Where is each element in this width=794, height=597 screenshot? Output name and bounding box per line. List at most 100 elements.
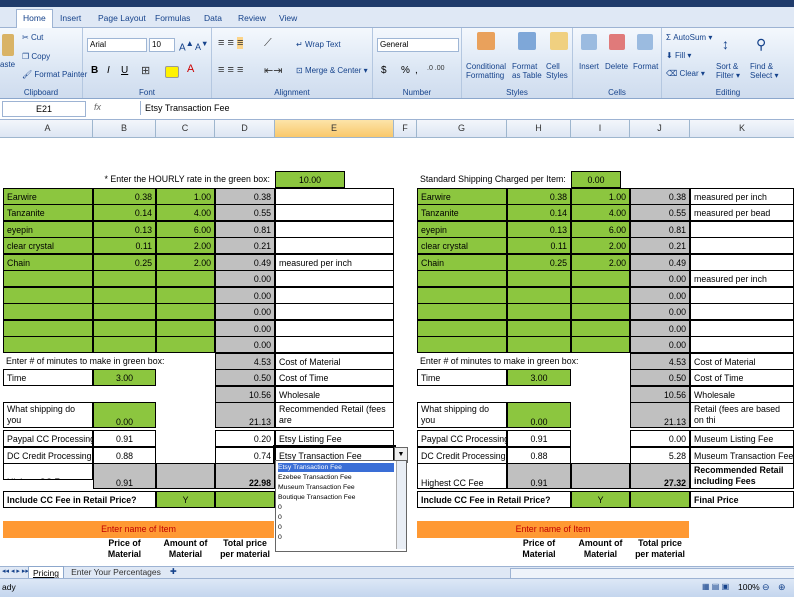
material-comment[interactable] [690, 319, 794, 337]
sort-filter-button[interactable]: Sort & Filter ▾ [716, 62, 740, 80]
align-top-icon[interactable]: ≡ ≡ ≡ [218, 37, 244, 49]
material-total[interactable]: 0.00 [215, 270, 275, 287]
material-price[interactable] [507, 303, 571, 320]
material-total[interactable]: 0.49 [215, 253, 275, 271]
material-total[interactable]: 0.21 [215, 237, 275, 254]
dropdown-option[interactable]: 0 [278, 533, 282, 542]
tab-insert[interactable]: Insert [54, 10, 87, 26]
tab-data[interactable]: Data [198, 10, 228, 26]
tab-formulas[interactable]: Formulas [149, 10, 196, 26]
material-price[interactable]: 0.25 [507, 253, 571, 271]
insert-button[interactable]: Insert [579, 62, 599, 71]
material-total[interactable]: 0.81 [630, 220, 690, 238]
shipping-question[interactable]: What shipping do youcharge customer? [417, 402, 507, 428]
shipping-input[interactable]: 0.00 [507, 402, 571, 428]
material-amount[interactable]: 2.00 [156, 253, 215, 271]
header-price[interactable]: Price of Material [93, 537, 156, 563]
column-header-f[interactable]: F [394, 120, 417, 138]
grow-font-button[interactable]: A▲ [179, 38, 194, 53]
material-comment[interactable] [275, 336, 394, 353]
museum-transaction-label[interactable]: Museum Transaction Fee [690, 446, 794, 464]
shipping-question[interactable]: What shipping do you [3, 402, 93, 428]
header-material[interactable]: Material [3, 537, 93, 554]
material-name[interactable] [3, 319, 93, 337]
decimal-icon[interactable]: .0 .00 [427, 65, 445, 72]
material-comment[interactable] [690, 286, 794, 304]
item-name-input[interactable]: Enter name of Item [417, 520, 689, 538]
material-name[interactable] [3, 336, 93, 353]
highest-cc-label[interactable]: Highest CC Fee [417, 463, 507, 490]
paypal-label[interactable]: Paypal CC Processing: [417, 430, 507, 448]
fill-color-icon[interactable] [165, 66, 179, 78]
tab-view[interactable]: View [273, 10, 303, 26]
column-header-e[interactable]: E [275, 120, 394, 138]
material-name[interactable] [3, 303, 93, 320]
material-comment[interactable] [275, 237, 394, 254]
comma-button[interactable]: , [415, 65, 418, 76]
material-amount[interactable]: 4.00 [571, 204, 630, 221]
transaction-fee-value[interactable]: 5.28 [630, 446, 690, 464]
cost-of-material-label[interactable]: Cost of Material [690, 352, 794, 370]
currency-button[interactable]: $ [381, 65, 387, 76]
listing-fee-value[interactable]: 0.00 [630, 430, 690, 448]
column-header-g[interactable]: G [417, 120, 507, 138]
shrink-font-button[interactable]: A▼ [195, 39, 208, 52]
material-amount[interactable] [571, 286, 630, 304]
material-name[interactable]: eyepin [3, 220, 93, 238]
material-name[interactable]: Earwire [417, 187, 507, 205]
material-name[interactable] [3, 270, 93, 287]
include-cc-input[interactable]: Y [571, 491, 630, 509]
wholesale-value[interactable]: 10.56 [630, 385, 690, 403]
include-cc-label[interactable]: Include CC Fee in Retail Price? [417, 491, 571, 509]
dropdown-option[interactable]: 0 [278, 523, 282, 532]
zoom-in-icon[interactable]: ⊕ [778, 582, 786, 593]
material-amount[interactable] [156, 270, 215, 287]
material-comment[interactable]: measured per inch [275, 253, 394, 271]
paste-button[interactable]: aste [0, 60, 15, 69]
material-total[interactable]: 0.00 [630, 319, 690, 337]
material-amount[interactable] [156, 303, 215, 320]
header-comments[interactable]: Comments [690, 537, 794, 554]
final-price-value[interactable]: 27.32 [630, 463, 690, 490]
retail-value[interactable]: 21.13 [215, 402, 275, 428]
material-name[interactable] [417, 286, 507, 304]
material-price[interactable] [93, 319, 156, 337]
material-cost-value[interactable]: 4.53 [630, 352, 690, 370]
number-format-select[interactable]: General [377, 38, 459, 52]
tab-home[interactable]: Home [16, 9, 53, 28]
material-price[interactable]: 0.11 [93, 237, 156, 254]
material-name[interactable] [417, 303, 507, 320]
material-comment[interactable]: measured per inch [690, 187, 794, 205]
material-total[interactable]: 0.38 [215, 187, 275, 205]
material-total[interactable]: 0.38 [630, 187, 690, 205]
material-comment[interactable] [275, 220, 394, 238]
dropdown-option[interactable]: Ezebee Transaction Fee [278, 473, 352, 482]
material-price[interactable] [507, 270, 571, 287]
paypal-value[interactable]: 0.91 [507, 430, 571, 448]
include-cc-input[interactable]: Y [156, 491, 215, 509]
font-name-select[interactable]: Arial [87, 38, 147, 52]
material-price[interactable]: 0.14 [507, 204, 571, 221]
zoom-out-icon[interactable]: ⊖ [762, 582, 770, 593]
standard-shipping-label[interactable]: Standard Shipping Charged per Item: [417, 171, 577, 188]
header-material[interactable]: Material [417, 537, 507, 554]
dropdown-scrollbar[interactable] [396, 461, 406, 549]
material-total[interactable]: 0.49 [630, 253, 690, 271]
sheet-nav-arrows-icon[interactable]: ◂◂ ◂ ▸ ▸▸ [2, 567, 29, 575]
material-amount[interactable] [571, 270, 630, 287]
name-box[interactable]: E21 [2, 101, 86, 117]
time-label[interactable]: Time [3, 369, 93, 386]
material-price[interactable] [507, 286, 571, 304]
material-total[interactable]: 0.55 [215, 204, 275, 221]
column-header-b[interactable]: B [93, 120, 156, 138]
find-select-button[interactable]: Find & Select ▾ [750, 62, 778, 80]
material-name[interactable]: Chain [3, 253, 93, 271]
material-name[interactable]: Tanzanite [3, 204, 93, 221]
formula-input[interactable]: Etsy Transaction Fee [140, 101, 794, 115]
material-price[interactable]: 0.14 [93, 204, 156, 221]
material-name[interactable]: Tanzanite [417, 204, 507, 221]
listing-fee-value[interactable]: 0.20 [215, 430, 275, 448]
orientation-icon[interactable]: ⟋ [264, 37, 272, 50]
material-total[interactable]: 0.00 [215, 319, 275, 337]
material-comment[interactable]: measured per bead [690, 204, 794, 221]
